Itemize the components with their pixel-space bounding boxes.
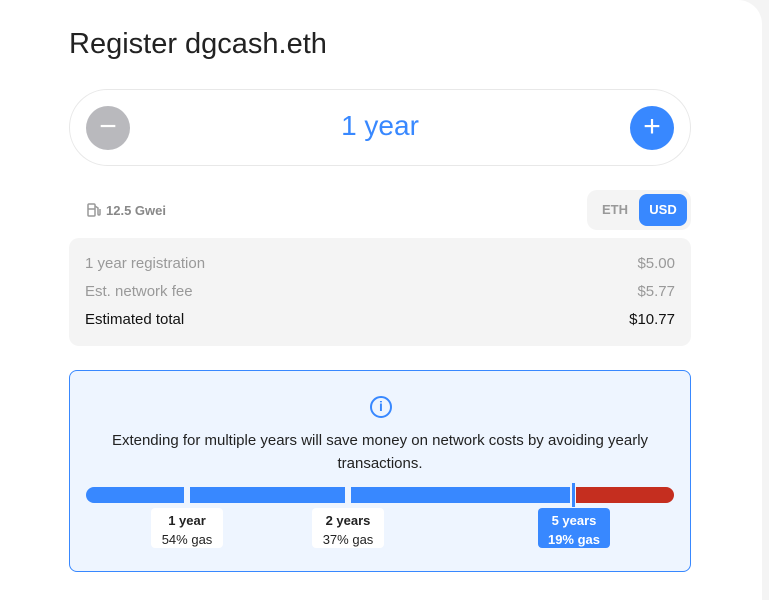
currency-eth[interactable]: ETH	[591, 194, 639, 226]
savings-bar-blue	[86, 487, 576, 503]
price-summary: 1 year registration $5.00 Est. network fe…	[69, 238, 691, 346]
marker-1-year	[184, 483, 190, 507]
marker-2-years	[345, 483, 351, 507]
info-text: Extending for multiple years will save m…	[111, 432, 649, 472]
currency-toggle: ETH USD	[587, 190, 691, 230]
gas-pump-icon	[87, 203, 101, 217]
summary-total: Estimated total $10.77	[85, 311, 675, 328]
duration-stepper: − 1 year +	[69, 89, 691, 166]
mark-label: 2 years 37% gas	[312, 508, 384, 548]
savings-bar-red	[576, 487, 674, 503]
page-title: Register dgcash.eth	[69, 28, 327, 60]
savings-info: i Extending for multiple years will save…	[69, 370, 691, 572]
currency-usd[interactable]: USD	[639, 194, 687, 226]
mark-label-selected: 5 years 19% gas	[538, 508, 610, 548]
duration-value: 1 year	[341, 110, 419, 141]
increase-button[interactable]: +	[630, 106, 674, 150]
summary-row: 1 year registration $5.00	[85, 255, 675, 272]
marker-5-years	[570, 483, 576, 507]
register-card: Register dgcash.eth − 1 year + 12.5 Gwei…	[0, 0, 762, 600]
summary-row: Est. network fee $5.77	[85, 283, 675, 300]
gas-price: 12.5 Gwei	[86, 202, 166, 218]
mark-label: 1 year 54% gas	[151, 508, 223, 548]
info-icon: i	[370, 396, 392, 418]
